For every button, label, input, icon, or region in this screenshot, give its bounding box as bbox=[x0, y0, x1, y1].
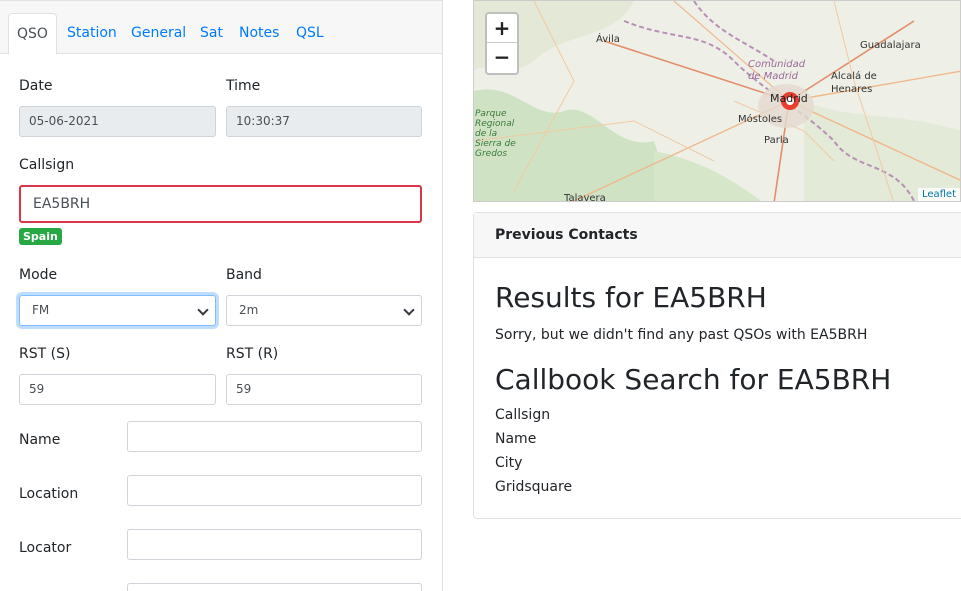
rst-sent-input[interactable]: 59 bbox=[19, 374, 216, 405]
band-select[interactable]: 2m bbox=[226, 295, 422, 326]
tab-notes[interactable]: Notes bbox=[231, 13, 287, 54]
location-label: Location bbox=[19, 486, 79, 502]
next-input[interactable] bbox=[127, 583, 422, 591]
map-tiles bbox=[474, 1, 960, 201]
place-madrid: Madrid bbox=[770, 92, 808, 105]
band-value: 2m bbox=[239, 303, 259, 317]
callbook-title: Callbook Search for EA5BRH bbox=[495, 363, 892, 396]
previous-contacts-card: Previous Contacts Results for EA5BRH Sor… bbox=[473, 212, 961, 519]
callbook-field-gridsquare: Gridsquare bbox=[495, 479, 573, 495]
zoom-in-button[interactable]: + bbox=[487, 14, 517, 43]
tab-general[interactable]: General bbox=[123, 13, 194, 54]
mode-select[interactable]: FM bbox=[19, 295, 216, 326]
tab-station[interactable]: Station bbox=[59, 13, 125, 54]
place-avila: Ávila bbox=[596, 34, 620, 45]
place-alcala: Alcalá de Henares bbox=[831, 71, 877, 95]
qso-form-card: QSO Station General Sat Notes QSL Date T… bbox=[0, 0, 443, 591]
zoom-control: + − bbox=[485, 12, 519, 75]
callbook-field-callsign: Callsign bbox=[495, 407, 551, 423]
map-attribution[interactable]: Leaflet bbox=[917, 188, 960, 201]
date-field[interactable]: 05-06-2021 bbox=[19, 106, 216, 137]
place-mostoles: Móstoles bbox=[738, 114, 783, 125]
name-label: Name bbox=[19, 432, 61, 448]
tab-sat[interactable]: Sat bbox=[192, 13, 231, 54]
callbook-field-name: Name bbox=[495, 431, 537, 447]
previous-contacts-header: Previous Contacts bbox=[474, 213, 961, 258]
place-parla: Parla bbox=[764, 135, 789, 146]
place-guadalajara: Guadalajara bbox=[860, 40, 921, 51]
results-title: Results for EA5BRH bbox=[495, 281, 767, 314]
map[interactable]: Ávila Guadalajara Comunidad de Madrid Al… bbox=[473, 0, 961, 202]
band-label: Band bbox=[226, 267, 262, 283]
name-input[interactable] bbox=[127, 421, 422, 452]
zoom-out-button[interactable]: − bbox=[487, 43, 517, 72]
tab-bar: QSO Station General Sat Notes QSL bbox=[0, 1, 442, 55]
mode-value: FM bbox=[32, 303, 50, 317]
locator-input[interactable] bbox=[127, 529, 422, 560]
tab-qsl[interactable]: QSL bbox=[288, 13, 332, 54]
place-gredos: Parque Regional de la Sierra de Gredos bbox=[475, 109, 516, 159]
location-input[interactable] bbox=[127, 475, 422, 506]
callsign-input[interactable]: EA5BRH bbox=[19, 185, 422, 223]
callsign-label: Callsign bbox=[19, 157, 75, 173]
rst-sent-label: RST (S) bbox=[19, 346, 71, 362]
rst-received-label: RST (R) bbox=[226, 346, 279, 362]
place-talavera: Talavera bbox=[564, 193, 606, 202]
place-comunidad-madrid: Comunidad de Madrid bbox=[748, 59, 806, 82]
time-field[interactable]: 10:30:37 bbox=[226, 106, 422, 137]
tab-qso[interactable]: QSO bbox=[8, 13, 57, 55]
time-label: Time bbox=[226, 78, 261, 94]
callbook-field-city: City bbox=[495, 455, 523, 471]
locator-label: Locator bbox=[19, 540, 72, 556]
country-badge: Spain bbox=[19, 228, 62, 245]
mode-label: Mode bbox=[19, 267, 58, 283]
date-label: Date bbox=[19, 78, 53, 94]
rst-received-input[interactable]: 59 bbox=[226, 374, 422, 405]
results-text: Sorry, but we didn't find any past QSOs … bbox=[495, 327, 868, 343]
